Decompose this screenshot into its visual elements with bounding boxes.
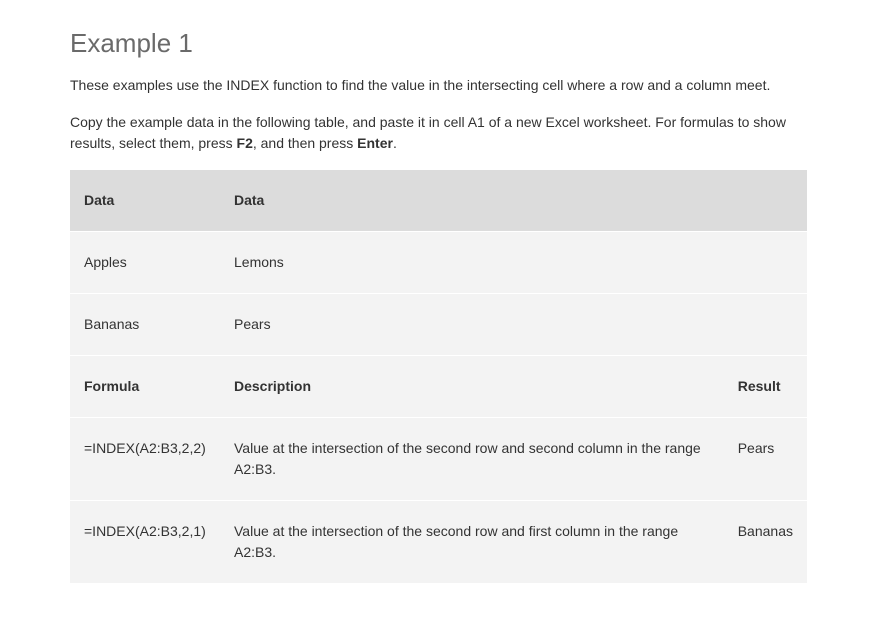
table-header-cell: Data: [70, 170, 220, 232]
table-cell: [724, 294, 807, 356]
table-cell: [724, 232, 807, 294]
intro-paragraph: These examples use the INDEX function to…: [70, 75, 807, 96]
instructions-text-prefix: Copy the example data in the following t…: [70, 114, 786, 151]
table-cell: Apples: [70, 232, 220, 294]
table-cell: Bananas: [70, 294, 220, 356]
table-cell: Pears: [724, 418, 807, 501]
table-header-cell: Data: [220, 170, 724, 232]
instructions-text-mid: , and then press: [253, 135, 357, 151]
table-row: Formula Description Result: [70, 356, 807, 418]
key-f2: F2: [237, 135, 253, 151]
table-cell: Value at the intersection of the second …: [220, 501, 724, 584]
table-subheader-cell: Formula: [70, 356, 220, 418]
table-row: =INDEX(A2:B3,2,2) Value at the intersect…: [70, 418, 807, 501]
table-cell: Pears: [220, 294, 724, 356]
example-heading: Example 1: [70, 28, 807, 59]
table-cell: Value at the intersection of the second …: [220, 418, 724, 501]
example-table: Data Data Apples Lemons Bananas Pears Fo…: [70, 170, 807, 584]
table-subheader-cell: Result: [724, 356, 807, 418]
table-cell: Bananas: [724, 501, 807, 584]
table-header-cell: [724, 170, 807, 232]
key-enter: Enter: [357, 135, 393, 151]
table-cell: =INDEX(A2:B3,2,1): [70, 501, 220, 584]
table-cell: =INDEX(A2:B3,2,2): [70, 418, 220, 501]
table-header-row: Data Data: [70, 170, 807, 232]
table-subheader-cell: Description: [220, 356, 724, 418]
table-cell: Lemons: [220, 232, 724, 294]
table-row: Bananas Pears: [70, 294, 807, 356]
table-row: Apples Lemons: [70, 232, 807, 294]
instructions-text-suffix: .: [393, 135, 397, 151]
table-row: =INDEX(A2:B3,2,1) Value at the intersect…: [70, 501, 807, 584]
instructions-paragraph: Copy the example data in the following t…: [70, 112, 807, 154]
